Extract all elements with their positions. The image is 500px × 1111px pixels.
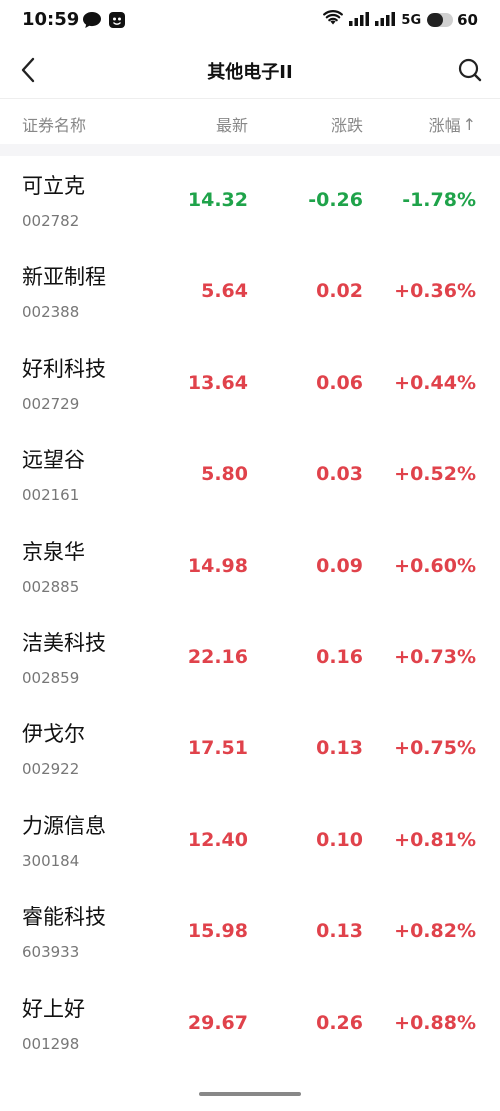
stock-name: 力源信息 [22, 813, 106, 838]
stock-code: 002885 [22, 577, 80, 596]
battery-icon [427, 13, 454, 27]
stock-change-percent: +0.60% [394, 554, 476, 577]
stock-name: 睿能科技 [22, 905, 106, 930]
stock-change: 0.03 [316, 463, 363, 486]
stock-name: 好利科技 [22, 356, 106, 381]
stock-change-percent: +0.81% [394, 828, 476, 851]
column-header-name[interactable]: 证券名称 [22, 112, 86, 136]
stock-change: 0.13 [316, 737, 363, 760]
table-header: 证券名称 最新 涨跌 涨幅 ↑ [0, 98, 500, 145]
stock-price: 13.64 [187, 371, 248, 394]
status-indicators: 5G 60 [323, 10, 478, 30]
stock-code: 603933 [22, 943, 80, 962]
message-bubble-icon [82, 11, 102, 33]
status-time: 10:59 [22, 9, 80, 30]
stock-price: 29.67 [187, 1011, 248, 1034]
stock-price: 22.16 [187, 645, 248, 668]
stock-name: 远望谷 [22, 448, 85, 473]
stock-change-percent: +0.44% [394, 371, 476, 394]
stock-change: 0.02 [316, 280, 363, 303]
stock-code: 002922 [22, 760, 80, 779]
stock-change-percent: +0.75% [394, 737, 476, 760]
stock-list: 可立克 002782 14.32 -0.26 -1.78% 新亚制程 002388 5.64 0… [0, 156, 500, 1070]
stock-code: 002161 [22, 486, 80, 505]
stock-change: 0.10 [316, 828, 363, 851]
stock-change-percent: +0.73% [394, 645, 476, 668]
stock-row[interactable]: 洁美科技 002859 22.16 0.16 +0.73% [0, 613, 500, 704]
stock-name: 可立克 [22, 174, 85, 198]
stock-change: 0.26 [316, 1011, 363, 1034]
stock-price: 12.40 [187, 828, 248, 851]
stock-name: 京泉华 [22, 539, 85, 564]
stock-change-percent: -1.78% [402, 189, 476, 211]
sort-arrow-icon: ↑ [462, 114, 476, 134]
column-header-price[interactable]: 最新 [216, 112, 248, 136]
stock-price: 17.51 [187, 737, 248, 760]
stock-change: -0.26 [308, 189, 363, 211]
stock-row[interactable]: 好利科技 002729 13.64 0.06 +0.44% [0, 339, 500, 430]
page-title: 其他电子II [207, 62, 293, 83]
stock-price: 5.80 [201, 463, 248, 486]
network-type: 5G [401, 12, 422, 28]
stock-row[interactable]: 新亚制程 002388 5.64 0.02 +0.36% [0, 247, 500, 338]
header-divider [0, 144, 500, 156]
stock-name: 新亚制程 [22, 265, 106, 290]
stock-row[interactable]: 伊戈尔 002922 17.51 0.13 +0.75% [0, 704, 500, 795]
battery-fill [427, 13, 443, 27]
stock-change: 0.06 [316, 371, 363, 394]
stock-name: 洁美科技 [22, 630, 106, 655]
stock-code: 002859 [22, 668, 80, 687]
column-header-pct-label: 涨幅 [428, 116, 461, 135]
stock-change: 0.09 [316, 554, 363, 577]
column-header-change[interactable]: 涨跌 [331, 112, 363, 136]
stock-code: 002729 [22, 394, 80, 413]
search-button[interactable] [452, 52, 488, 88]
signal-icon [349, 11, 370, 30]
search-icon [458, 58, 482, 82]
stock-change: 0.13 [316, 920, 363, 943]
stock-row[interactable]: 京泉华 002885 14.98 0.09 +0.60% [0, 522, 500, 613]
stock-row[interactable]: 可立克 002782 14.32 -0.26 -1.78% [0, 156, 500, 247]
stock-change-percent: +0.82% [394, 920, 476, 943]
stock-code: 002388 [22, 303, 80, 322]
status-bar: 10:59 5G 60 [0, 0, 500, 44]
stock-name: 好上好 [22, 996, 85, 1021]
stock-code: 001298 [22, 1034, 80, 1053]
stock-change-percent: +0.52% [394, 463, 476, 486]
stock-price: 14.98 [187, 554, 248, 577]
home-indicator[interactable] [199, 1092, 301, 1096]
stock-code: 300184 [22, 851, 80, 870]
nav-bar: 其他电子II [0, 44, 500, 96]
stock-change-percent: +0.36% [394, 280, 476, 303]
stock-row[interactable]: 睿能科技 603933 15.98 0.13 +0.82% [0, 887, 500, 978]
stock-row[interactable]: 好上好 001298 29.67 0.26 +0.88% [0, 979, 500, 1070]
battery-text: 60 [457, 11, 478, 29]
stock-row[interactable]: 力源信息 300184 12.40 0.10 +0.81% [0, 796, 500, 887]
battery-indicator: 60 [427, 11, 478, 29]
chat-app-icon [108, 11, 126, 33]
stock-change-percent: +0.88% [394, 1011, 476, 1034]
stock-change: 0.16 [316, 645, 363, 668]
stock-row[interactable]: 远望谷 002161 5.80 0.03 +0.52% [0, 430, 500, 521]
stock-price: 15.98 [187, 920, 248, 943]
stock-code: 002782 [22, 212, 80, 230]
signal-icon-2 [375, 11, 396, 30]
stock-price: 14.32 [187, 189, 248, 211]
stock-price: 5.64 [201, 280, 248, 303]
stock-name: 伊戈尔 [22, 722, 85, 747]
wifi-icon [323, 10, 344, 30]
column-header-pct[interactable]: 涨幅 ↑ [429, 112, 476, 136]
